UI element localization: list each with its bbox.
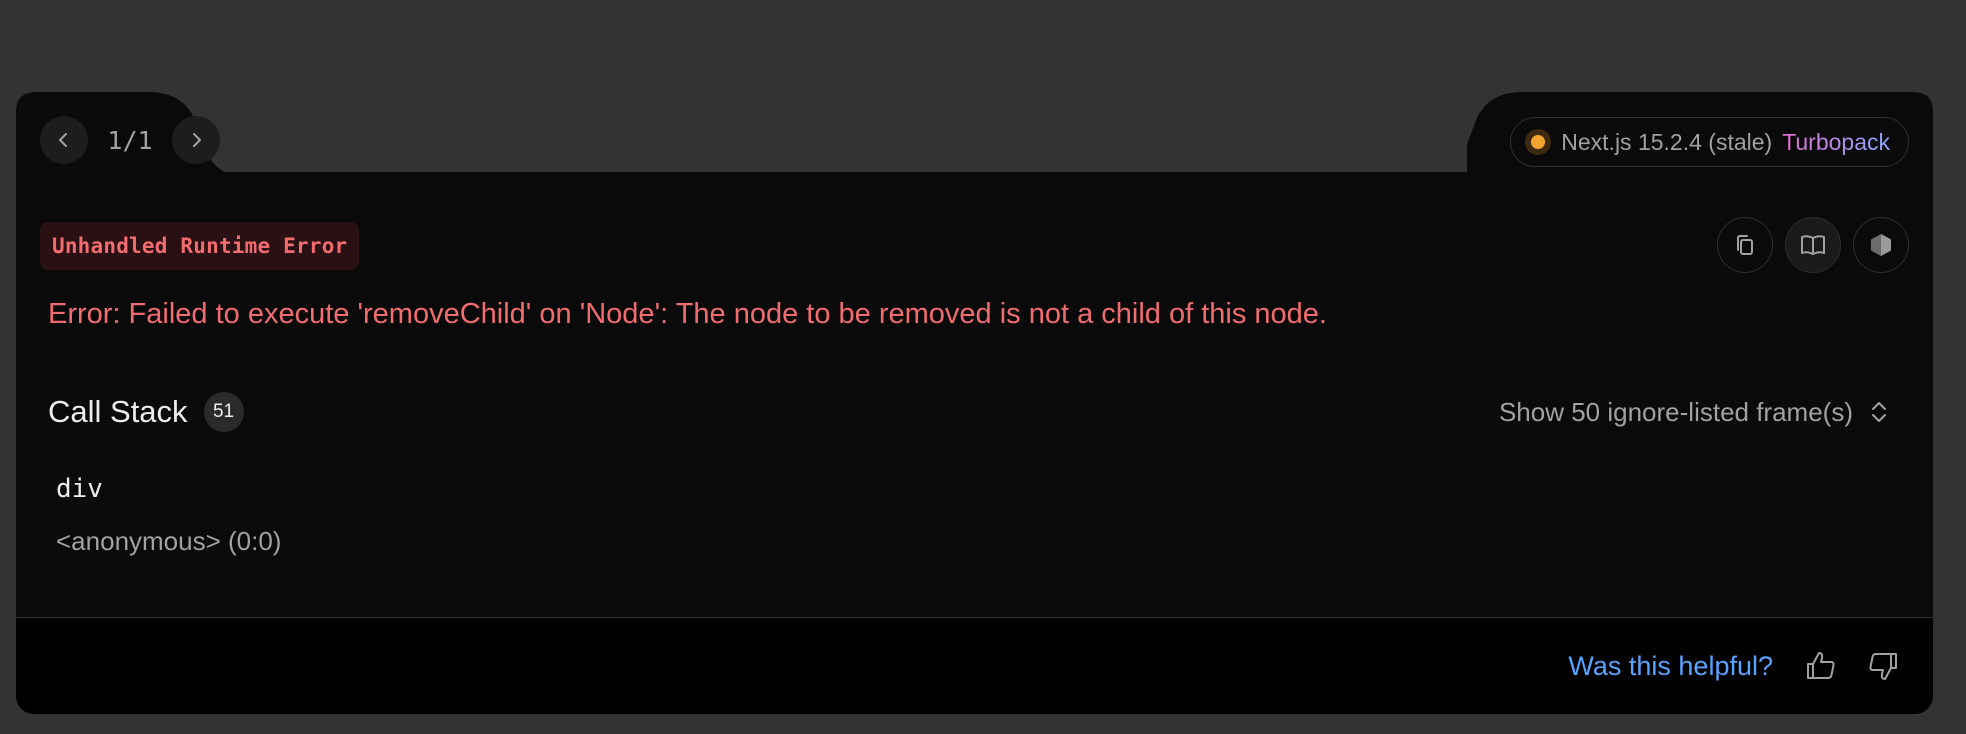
error-overlay-dialog: 1/1 Next.js 15.2.4 (stale) Turbopack Unh… xyxy=(16,92,1933,714)
chevron-up-down-icon xyxy=(1872,402,1886,422)
frame-count-badge: 51 xyxy=(203,392,244,432)
call-stack-header: Call Stack 51 Show 50 ignore-listed fram… xyxy=(48,390,1901,434)
copy-error-button[interactable] xyxy=(1717,217,1773,273)
copy-icon xyxy=(1737,235,1753,255)
frame-name: div xyxy=(56,474,103,504)
thumbs-down-button[interactable] xyxy=(1861,644,1905,688)
error-message: Error: Failed to execute 'removeChild' o… xyxy=(48,298,1327,330)
bundler-label: Turbopack xyxy=(1782,128,1890,155)
thumbs-up-button[interactable] xyxy=(1799,644,1843,688)
feedback-prompt: Was this helpful? xyxy=(1568,650,1773,681)
thumbs-down-icon xyxy=(1869,653,1897,680)
error-type-badge: Unhandled Runtime Error xyxy=(40,222,360,270)
previous-error-button[interactable] xyxy=(40,116,88,164)
ignore-toggle-label: Show 50 ignore-listed frame(s) xyxy=(1498,396,1853,427)
error-toolbar xyxy=(1717,217,1909,273)
call-stack-title: Call Stack xyxy=(48,394,188,429)
nextjs-version-indicator[interactable]: Next.js 15.2.4 (stale) Turbopack xyxy=(1510,117,1909,167)
frame-location: <anonymous> (0:0) xyxy=(56,526,282,556)
chevron-left-icon xyxy=(59,133,67,147)
thumbs-up-icon xyxy=(1807,652,1835,679)
error-count: 1/1 xyxy=(107,125,153,155)
show-ignored-frames-toggle[interactable]: Show 50 ignore-listed frame(s) xyxy=(1499,397,1901,428)
error-pager: 1/1 xyxy=(40,116,220,164)
next-error-button[interactable] xyxy=(172,116,220,164)
error-card: Unhandled Runtime Error Error: Failed to… xyxy=(16,172,1933,714)
docs-book-icon xyxy=(1801,235,1825,255)
version-label: Next.js 15.2.4 (stale) xyxy=(1561,128,1773,155)
docs-button[interactable] xyxy=(1785,217,1841,273)
nodejs-inspector-button[interactable] xyxy=(1853,217,1909,273)
status-dot-icon xyxy=(1525,129,1552,155)
nodejs-icon xyxy=(1871,234,1891,256)
chevron-right-icon xyxy=(193,133,201,147)
feedback-footer: Was this helpful? xyxy=(16,617,1933,714)
